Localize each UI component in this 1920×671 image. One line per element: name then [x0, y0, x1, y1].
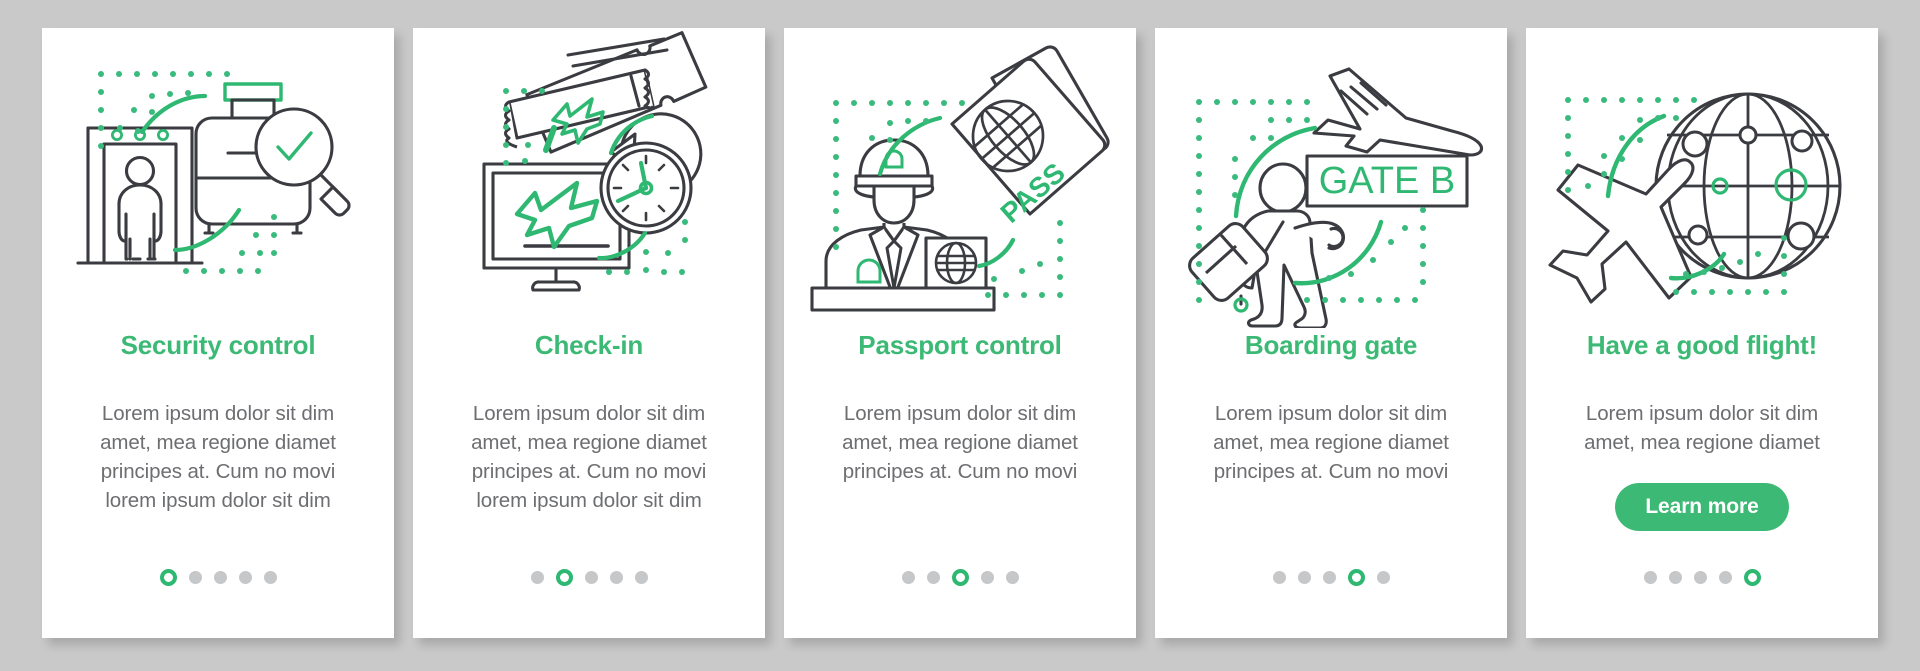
illustration-security-control [42, 28, 394, 328]
cta-container: Learn more [1526, 483, 1878, 532]
pagination-dot-3[interactable] [584, 571, 598, 584]
pagination-dot-3[interactable] [213, 571, 227, 584]
pagination-dot-1[interactable] [1272, 571, 1286, 584]
illustration-have-a-good-flight [1526, 28, 1878, 328]
pagination-dot-4[interactable] [980, 571, 994, 584]
onboarding-card-have-a-good-flight: Have a good flight! Lorem ipsum dolor si… [1526, 28, 1878, 638]
pagination-dots[interactable] [1526, 569, 1878, 586]
onboarding-card-check-in: Check-in Lorem ipsum dolor sit dim amet,… [413, 28, 765, 638]
pagination-dot-4[interactable] [609, 571, 623, 584]
pagination-dots[interactable] [42, 569, 394, 586]
card-title: Boarding gate [1244, 330, 1418, 360]
pagination-dot-2[interactable] [926, 571, 940, 584]
pagination-dot-3[interactable] [951, 569, 969, 586]
pagination-dot-4[interactable] [1347, 569, 1365, 586]
pagination-dot-5[interactable] [1743, 569, 1761, 586]
pagination-dot-1[interactable] [1643, 571, 1657, 584]
card-title: Have a good flight! [1586, 330, 1818, 360]
onboarding-card-passport-control: PASS Passport control Lorem ipsum dolor … [784, 28, 1136, 638]
pagination-dot-5[interactable] [263, 571, 277, 584]
card-body-text: Lorem ipsum dolor sit dim amet, mea regi… [471, 402, 707, 513]
illustration-boarding-gate: GATE B [1155, 28, 1507, 328]
pagination-dot-5[interactable] [1005, 571, 1019, 584]
pagination-dots[interactable] [413, 569, 765, 586]
card-body-text: Lorem ipsum dolor sit dim amet, mea regi… [100, 402, 336, 513]
gate-sign-label: GATE B [1319, 160, 1456, 202]
pagination-dot-5[interactable] [634, 571, 648, 584]
pagination-dots[interactable] [784, 569, 1136, 586]
pagination-dot-4[interactable] [1718, 571, 1732, 584]
pagination-dot-3[interactable] [1322, 571, 1336, 584]
pagination-dot-1[interactable] [530, 571, 544, 584]
card-title: Security control [120, 330, 316, 360]
pagination-dot-2[interactable] [1668, 571, 1682, 584]
pagination-dot-3[interactable] [1693, 571, 1707, 584]
onboarding-screens-container: Security control Lorem ipsum dolor sit d… [0, 0, 1920, 671]
pagination-dots[interactable] [1155, 569, 1507, 586]
pagination-dot-1[interactable] [901, 571, 915, 584]
onboarding-card-boarding-gate: GATE B Boarding gate Lorem ipsum dolor s… [1155, 28, 1507, 638]
pagination-dot-5[interactable] [1376, 571, 1390, 584]
pagination-dot-2[interactable] [555, 569, 573, 586]
pagination-dot-2[interactable] [188, 571, 202, 584]
pagination-dot-4[interactable] [238, 571, 252, 584]
onboarding-card-security-control: Security control Lorem ipsum dolor sit d… [42, 28, 394, 638]
learn-more-button[interactable]: Learn more [1615, 483, 1789, 532]
card-body-text: Lorem ipsum dolor sit dim amet, mea regi… [842, 402, 1078, 484]
card-body-text: Lorem ipsum dolor sit dim amet, mea regi… [1213, 402, 1449, 484]
pagination-dot-1[interactable] [159, 569, 177, 586]
illustration-check-in [413, 28, 765, 328]
card-title: Passport control [858, 330, 1062, 360]
card-title: Check-in [534, 330, 644, 360]
illustration-passport-control: PASS [784, 28, 1136, 328]
pagination-dot-2[interactable] [1297, 571, 1311, 584]
card-body-text: Lorem ipsum dolor sit dim amet, mea regi… [1584, 402, 1820, 455]
